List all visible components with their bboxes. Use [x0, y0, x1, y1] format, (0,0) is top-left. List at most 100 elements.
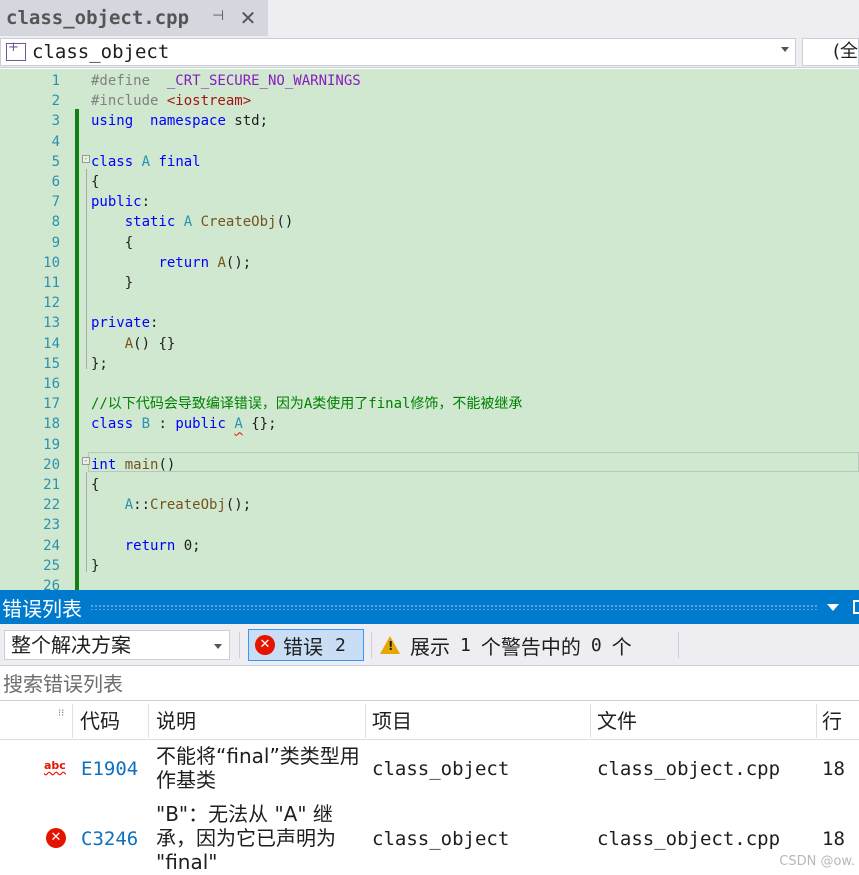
- column-header-code[interactable]: 代码: [74, 702, 148, 740]
- warnings-shown-count: 1: [460, 634, 471, 656]
- code-line[interactable]: 23: [0, 515, 859, 535]
- code-text[interactable]: //以下代码会导致编译错误，因为A类使用了final修饰，不能被继承: [91, 394, 522, 414]
- code-line[interactable]: 21 {: [0, 475, 859, 495]
- toolbar-divider: [371, 632, 372, 658]
- document-tab[interactable]: class_object.cpp ⊣ ✕: [0, 0, 268, 36]
- warnings-suffix: 个: [611, 634, 632, 659]
- column-header-description[interactable]: 说明: [150, 702, 364, 740]
- code-line[interactable]: 17 //以下代码会导致编译错误，因为A类使用了final修饰，不能被继承: [0, 394, 859, 414]
- code-token: #define: [91, 73, 167, 89]
- error-table-header: ⁝⁝ 代码 说明 项目 文件 行: [0, 702, 859, 740]
- code-token: }: [91, 275, 134, 291]
- code-text[interactable]: {: [91, 233, 133, 253]
- code-line[interactable]: 15};: [0, 354, 859, 374]
- line-number: 13: [43, 315, 60, 332]
- code-line[interactable]: 25}: [0, 556, 859, 576]
- line-number: 2: [51, 93, 60, 110]
- code-line[interactable]: 10 return A();: [0, 253, 859, 273]
- code-text[interactable]: int main(): [91, 455, 175, 475]
- code-line[interactable]: 18 class B : public A {};: [0, 414, 859, 434]
- code-line[interactable]: 20 int main(): [0, 455, 859, 475]
- code-line[interactable]: 8 static A CreateObj(): [0, 212, 859, 232]
- code-text[interactable]: A() {}: [91, 334, 176, 354]
- error-search-input[interactable]: 搜索错误列表: [0, 667, 859, 701]
- code-text[interactable]: return A();: [91, 253, 251, 273]
- error-scope-select[interactable]: 整个解决方案: [4, 630, 230, 660]
- code-token: CreateObj: [150, 497, 226, 514]
- errors-count: 2: [335, 634, 346, 656]
- code-line[interactable]: 14 A() {}: [0, 334, 859, 354]
- error-file: class_object.cpp: [597, 828, 781, 850]
- code-line[interactable]: 3 using namespace std;: [0, 111, 859, 131]
- code-line[interactable]: 4: [0, 132, 859, 152]
- code-line[interactable]: 13 private:: [0, 313, 859, 333]
- code-line[interactable]: 26: [0, 576, 859, 590]
- document-tab-strip: class_object.cpp ⊣ ✕: [0, 0, 859, 36]
- column-options-icon[interactable]: ⁝⁝: [58, 708, 64, 719]
- window-menu-icon[interactable]: [827, 603, 839, 611]
- column-header-project[interactable]: 项目: [366, 702, 588, 740]
- titlebar-grip[interactable]: [90, 604, 819, 610]
- column-divider[interactable]: [72, 704, 73, 738]
- warnings-filter-button[interactable]: 展示 1 个警告中的 0 个: [380, 629, 676, 661]
- table-row[interactable]: abc E1904 不能将“final”类类型用作基类 class_object…: [0, 741, 859, 797]
- code-token: {: [91, 477, 100, 493]
- errors-filter-button[interactable]: ✕ 错误 2: [248, 629, 364, 661]
- code-text[interactable]: class A final: [91, 152, 201, 172]
- code-text[interactable]: }: [91, 273, 133, 293]
- code-text[interactable]: #include <iostream>: [91, 91, 251, 111]
- code-token: main: [124, 456, 159, 473]
- code-line[interactable]: 9 {: [0, 233, 859, 253]
- code-text[interactable]: {: [91, 475, 99, 495]
- code-text[interactable]: }: [91, 556, 99, 576]
- maximize-icon[interactable]: [853, 600, 859, 614]
- table-row[interactable]: ✕ C3246 "B"：无法从 "A" 继承，因为它已声明为 "final" c…: [0, 799, 859, 875]
- member-dropdown[interactable]: (全: [802, 38, 859, 66]
- code-line[interactable]: 6{: [0, 172, 859, 192]
- column-header-file[interactable]: 文件: [591, 702, 815, 740]
- code-line[interactable]: 11 }: [0, 273, 859, 293]
- code-text[interactable]: static A CreateObj(): [91, 212, 294, 232]
- line-number: 4: [51, 133, 60, 150]
- line-number: 11: [43, 275, 60, 291]
- code-line[interactable]: 16: [0, 374, 859, 394]
- code-token: :: [150, 416, 176, 433]
- code-text[interactable]: #define _CRT_SECURE_NO_WARNINGS: [91, 71, 361, 91]
- code-line[interactable]: 1 #define _CRT_SECURE_NO_WARNINGS: [0, 71, 859, 91]
- error-code-link[interactable]: E1904: [81, 757, 138, 781]
- code-token: (): [158, 456, 176, 473]
- code-text[interactable]: {: [91, 172, 99, 192]
- column-header-line[interactable]: 行: [816, 702, 859, 740]
- code-line[interactable]: 2 #include <iostream>: [0, 91, 859, 111]
- code-text[interactable]: return 0;: [91, 536, 201, 556]
- code-token: A: [234, 416, 243, 433]
- code-token: () {}: [133, 335, 176, 352]
- code-line[interactable]: 19: [0, 435, 859, 455]
- close-icon[interactable]: ✕: [238, 6, 258, 30]
- line-number: 3: [51, 113, 60, 130]
- code-text[interactable]: using namespace std;: [91, 111, 268, 131]
- code-token: (): [276, 214, 294, 231]
- error-list-title: 错误列表: [2, 596, 82, 621]
- error-line: 18: [822, 758, 845, 780]
- error-code-link[interactable]: C3246: [81, 827, 138, 851]
- column-divider[interactable]: [148, 704, 149, 738]
- code-token: ();: [225, 254, 252, 271]
- code-text[interactable]: A::CreateObj();: [91, 495, 251, 515]
- code-line[interactable]: 7 public:: [0, 192, 859, 212]
- pin-icon[interactable]: ⊣: [212, 8, 228, 28]
- code-editor[interactable]: - - 1 #define _CRT_SECURE_NO_WARNINGS 2 #in…: [0, 69, 859, 590]
- code-text[interactable]: };: [91, 354, 108, 374]
- code-line[interactable]: 12: [0, 293, 859, 313]
- code-line[interactable]: 5 class A final: [0, 152, 859, 172]
- code-text[interactable]: private:: [91, 313, 158, 333]
- code-line[interactable]: 24 return 0;: [0, 536, 859, 556]
- scope-dropdown[interactable]: class_object: [0, 38, 796, 66]
- code-text[interactable]: public:: [91, 192, 150, 212]
- error-description: 不能将“final”类类型用作基类: [156, 744, 360, 792]
- line-number: 17: [43, 396, 60, 413]
- code-line[interactable]: 22 A::CreateObj();: [0, 495, 859, 515]
- code-text[interactable]: class B : public A {};: [91, 414, 277, 434]
